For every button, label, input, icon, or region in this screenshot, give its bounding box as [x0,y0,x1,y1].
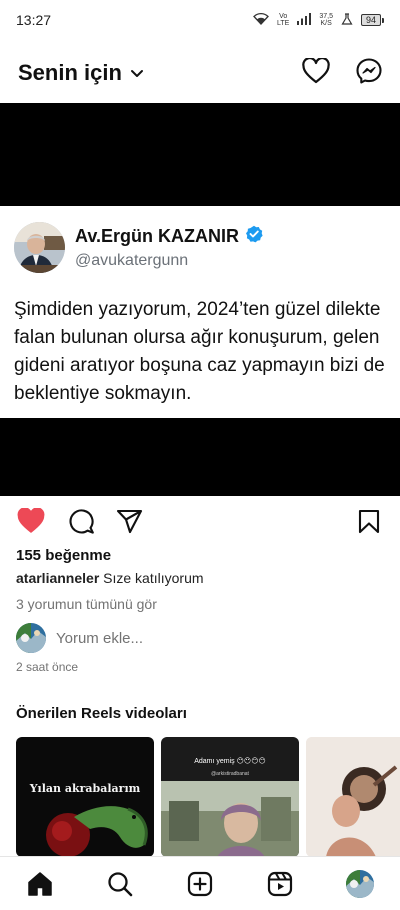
reel-thumbnail [161,781,299,857]
chevron-down-icon [130,60,144,86]
like-heart-icon[interactable] [16,506,46,536]
heart-icon[interactable] [302,56,330,89]
current-user-avatar [16,623,46,653]
create-icon[interactable] [180,864,220,904]
search-icon[interactable] [100,864,140,904]
network-speed-unit: K/S [320,20,332,27]
caption-text: Sıze katılıyorum [103,570,204,586]
battery-indicator: 94 [360,14,384,26]
status-time: 13:27 [16,12,52,28]
suggested-reels-title: Önerilen Reels videoları [16,705,187,722]
add-comment-row [16,623,256,653]
lab-flask-icon [341,12,353,28]
status-indicators: Vo LTE 37,5 K/S 94 [253,12,384,28]
reel-caption: Adamı yemiş 😶😶😶😶 [194,758,266,765]
battery-tip [382,17,384,23]
media-letterbox-top [0,103,400,206]
reel-card[interactable]: Adamı yemiş 😶😶😶😶 @arkistiradbanat [161,737,299,857]
reels-icon[interactable] [260,864,300,904]
tweet-author-name-row: Av.Ergün KAZANIR [75,225,263,248]
bookmark-icon[interactable] [354,506,384,536]
reel-tag: @arkistiradbanat [211,771,249,777]
feed-header: Senin için [0,48,400,98]
tweet-text: Şimdiden yazıyorum, 2024’ten güzel dilek… [14,299,385,404]
tweet-author-avatar [14,222,65,273]
tweet-author: Av.Ergün KAZANIR @avukatergunn [14,222,263,273]
verified-badge-icon [245,225,263,248]
post-actions [0,506,400,538]
network-type-top: Vo [279,13,288,20]
feed-title: Senin için [18,60,122,85]
bottom-navigation [0,856,400,910]
reel-card[interactable] [306,737,400,857]
network-type-bottom: LTE [277,20,290,27]
network-speed-value: 37,5 [319,13,333,20]
network-speed: 37,5 K/S [319,13,333,27]
view-all-comments-link[interactable]: 3 yorumun tümünü gör [16,596,157,612]
reel-thumbnail [306,737,400,857]
network-type: Vo LTE [277,13,289,27]
profile-avatar[interactable] [340,864,380,904]
share-icon[interactable] [114,506,144,536]
feed-selector[interactable]: Senin için [18,60,144,86]
media-letterbox-bottom [0,418,400,496]
tweet-author-handle: @avukatergunn [75,252,189,269]
reel-thumbnail [46,806,148,857]
messenger-icon[interactable] [356,57,382,89]
signal-icon [297,12,312,28]
status-bar: 13:27 Vo LTE 37,5 K/S 94 [0,0,400,40]
home-icon[interactable] [20,864,60,904]
reel-card[interactable]: Yılan akrabalarım [16,737,154,857]
comment-icon[interactable] [66,506,96,536]
likes-count[interactable]: 155 beğenme [16,547,111,564]
tweet-author-name: Av.Ergün KAZANIR [75,226,239,246]
post-timestamp: 2 saat önce [16,660,79,674]
post-caption: atarlianneler Sıze katılıyorum [16,570,204,586]
header-actions [302,56,382,89]
comment-input[interactable] [56,629,256,647]
wifi-icon [253,12,269,28]
tweet-author-info: Av.Ergün KAZANIR @avukatergunn [75,225,263,270]
caption-username[interactable]: atarlianneler [16,570,99,586]
battery-level: 94 [360,14,381,26]
